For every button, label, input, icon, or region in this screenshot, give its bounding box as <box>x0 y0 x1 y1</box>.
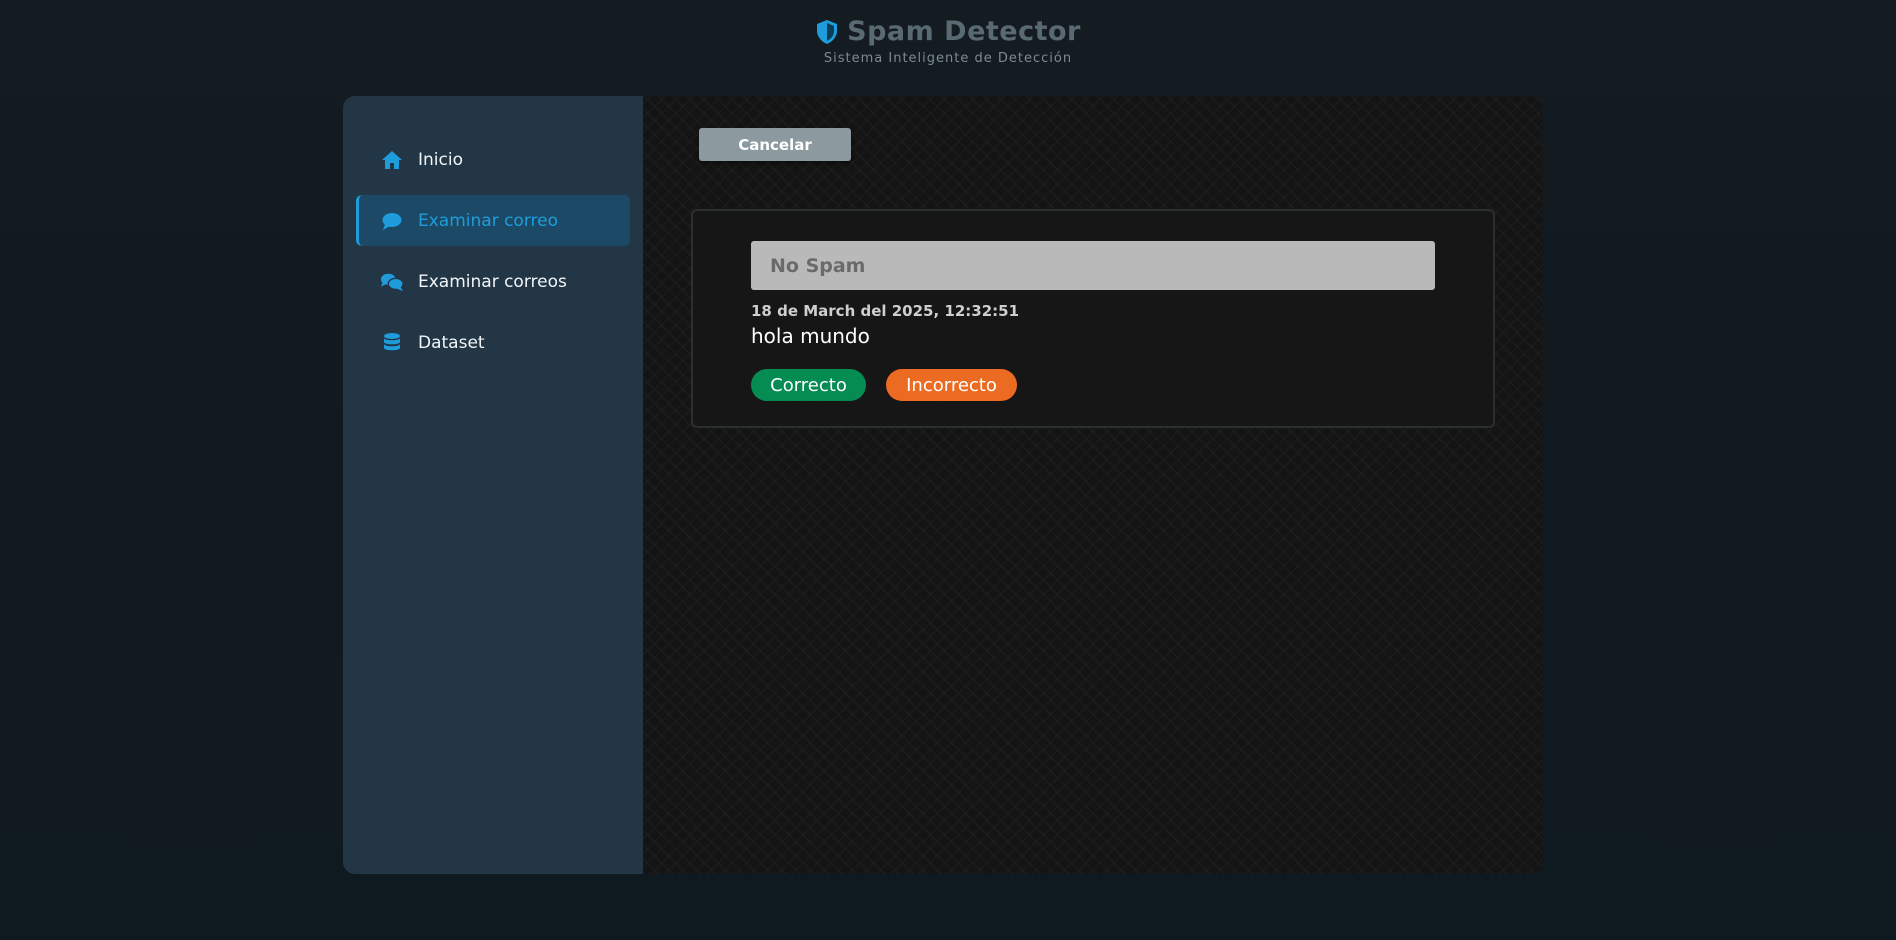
app-subtitle: Sistema Inteligente de Detección <box>823 50 1073 66</box>
incorrect-button[interactable]: Incorrecto <box>886 369 1017 401</box>
sidebar-item-label: Dataset <box>418 332 485 353</box>
home-icon <box>380 149 404 171</box>
main-content: Cancelar No Spam 18 de March del 2025, 1… <box>643 96 1543 874</box>
sidebar-item-label: Inicio <box>418 149 463 170</box>
cancel-button[interactable]: Cancelar <box>699 128 851 161</box>
sidebar-item-inicio[interactable]: Inicio <box>356 134 630 185</box>
sidebar-item-dataset[interactable]: Dataset <box>356 317 630 368</box>
comment-icon <box>380 210 404 232</box>
sidebar-item-label: Examinar correo <box>418 210 559 231</box>
app-header: Spam Detector Sistema Inteligente de Det… <box>0 16 1896 66</box>
database-icon <box>380 332 404 354</box>
sidebar: Inicio Examinar correo Examinar correos … <box>343 96 643 874</box>
comments-icon <box>380 271 404 293</box>
sidebar-item-examinar-correos[interactable]: Examinar correos <box>356 256 630 307</box>
correct-button[interactable]: Correcto <box>751 369 866 401</box>
sidebar-item-examinar-correo[interactable]: Examinar correo <box>356 195 630 246</box>
result-timestamp: 18 de March del 2025, 12:32:51 <box>751 302 1020 320</box>
result-label: No Spam <box>751 241 1435 290</box>
shield-icon <box>817 19 838 44</box>
app-title: Spam Detector <box>847 16 1081 47</box>
email-message: hola mundo <box>751 324 870 348</box>
app-container: Inicio Examinar correo Examinar correos … <box>343 96 1543 874</box>
sidebar-item-label: Examinar correos <box>418 271 567 292</box>
title-row: Spam Detector <box>815 16 1081 47</box>
result-card: No Spam 18 de March del 2025, 12:32:51 h… <box>691 209 1495 428</box>
